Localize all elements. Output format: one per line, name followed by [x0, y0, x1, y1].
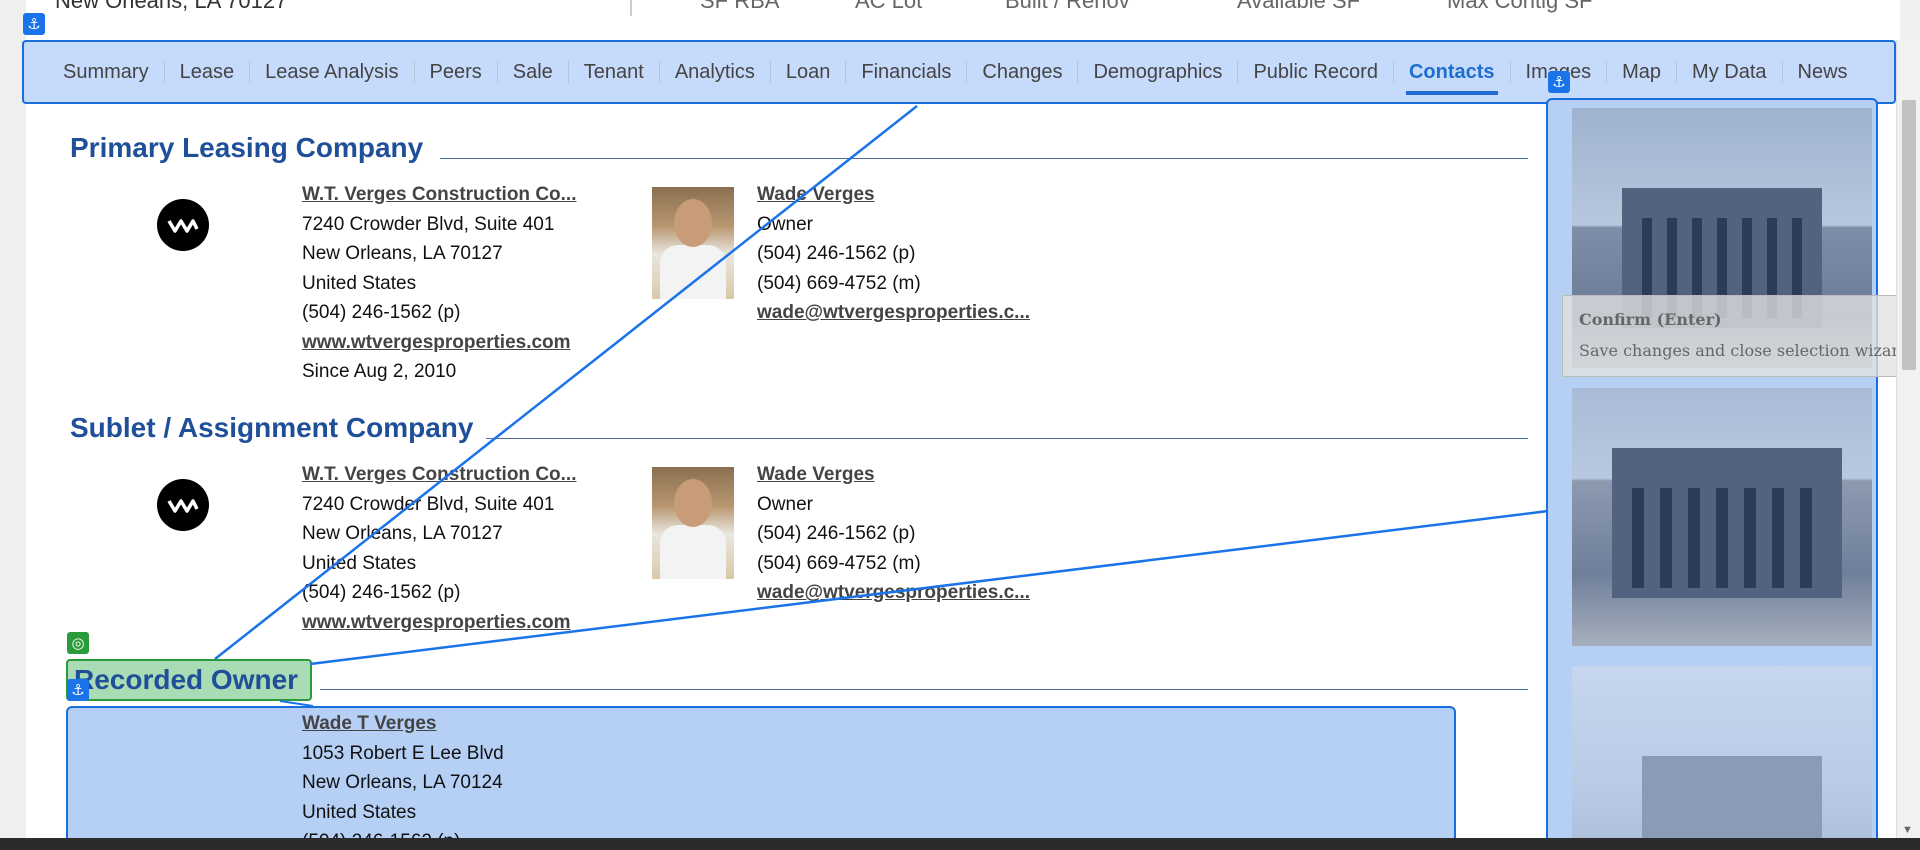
company-address-line1: 7240 Crowder Blvd, Suite 401 — [302, 493, 555, 515]
contact-role: Owner — [757, 493, 813, 515]
recorded-owner-card: Wade T Verges 1053 Robert E Lee Blvd New… — [302, 709, 504, 850]
anchor-icon[interactable]: ⚓ — [67, 679, 89, 701]
recorded-owner-highlight[interactable] — [66, 706, 1456, 850]
contact-mobile: (504) 669-4752 (m) — [757, 272, 921, 294]
company-name-link[interactable]: W.T. Verges Construction Co... — [302, 180, 576, 210]
scroll-down-arrow-icon[interactable]: ▼ — [1902, 824, 1913, 836]
company-country: United States — [302, 272, 417, 294]
contact-card-sublet: Wade Verges Owner (504) 246-1562 (p) (50… — [757, 460, 1030, 608]
contact-photo[interactable] — [652, 467, 734, 579]
target-icon[interactable]: ◎ — [67, 632, 89, 654]
stat-labels: SF RBA AC Lot Built / Renov Available SF… — [700, 0, 1593, 14]
tab-summary[interactable]: Summary — [48, 61, 165, 83]
company-address-line2: New Orleans, LA 70127 — [302, 243, 503, 264]
contact-mobile: (504) 669-4752 (m) — [757, 552, 921, 574]
contact-name-link[interactable]: Wade Verges — [757, 180, 1030, 210]
contact-email-link[interactable]: wade@wtvergesproperties.c... — [757, 578, 1030, 608]
tab-bar: Summary Lease Lease Analysis Peers Sale … — [22, 40, 1896, 104]
section-title-sublet-assignment: Sublet / Assignment Company — [70, 412, 474, 443]
company-card-primary: W.T. Verges Construction Co... 7240 Crow… — [302, 180, 576, 387]
company-phone: (504) 246-1562 (p) — [302, 582, 461, 603]
company-logo — [157, 199, 209, 251]
tab-my-data[interactable]: My Data — [1677, 61, 1783, 83]
company-country: United States — [302, 552, 417, 574]
tab-demographics[interactable]: Demographics — [1078, 61, 1239, 83]
section-divider — [440, 158, 1528, 159]
section-divider — [320, 689, 1528, 690]
images-panel[interactable] — [1546, 98, 1878, 850]
tab-lease[interactable]: Lease — [165, 61, 251, 83]
property-image[interactable] — [1572, 666, 1872, 850]
tooltip-body: Save changes and close selection wizard. — [1579, 341, 1915, 360]
company-name-link[interactable]: W.T. Verges Construction Co... — [302, 460, 576, 490]
stat-label: AC Lot — [855, 0, 923, 13]
tab-lease-analysis[interactable]: Lease Analysis — [250, 61, 415, 83]
contact-name-link[interactable]: Wade Verges — [757, 460, 1030, 490]
owner-country: United States — [302, 801, 417, 823]
tab-changes[interactable]: Changes — [967, 61, 1079, 83]
owner-name-link[interactable]: Wade T Verges — [302, 709, 504, 739]
stat-label: SF RBA — [700, 0, 780, 13]
stat-label: Built / Renov — [1005, 0, 1130, 13]
property-address: New Orleans, LA 70127 — [55, 0, 288, 13]
contact-role: Owner — [757, 213, 813, 235]
owner-address-line2: New Orleans, LA 70124 — [302, 772, 503, 793]
tab-peers[interactable]: Peers — [415, 61, 498, 83]
header-divider — [630, 0, 632, 16]
tab-analytics[interactable]: Analytics — [660, 61, 771, 83]
tooltip-title: Confirm (Enter) — [1579, 310, 1722, 329]
contact-photo[interactable] — [652, 187, 734, 299]
contact-phone: (504) 246-1562 (p) — [757, 243, 916, 264]
tab-loan[interactable]: Loan — [771, 61, 847, 83]
anchor-icon[interactable]: ⚓ — [1548, 71, 1570, 93]
contact-phone: (504) 246-1562 (p) — [757, 523, 916, 544]
scrollbar-thumb[interactable] — [1902, 100, 1916, 370]
company-website-link[interactable]: www.wtvergesproperties.com — [302, 328, 576, 358]
stat-label: Max Contig SF — [1447, 0, 1593, 13]
company-website-link[interactable]: www.wtvergesproperties.com — [302, 608, 576, 638]
tab-public-record[interactable]: Public Record — [1238, 61, 1394, 83]
section-title-primary-leasing: Primary Leasing Company — [70, 132, 424, 163]
tab-map[interactable]: Map — [1607, 61, 1678, 83]
taskbar-strip — [0, 838, 1920, 850]
stat-label: Available SF — [1237, 0, 1361, 13]
tab-tenant[interactable]: Tenant — [569, 61, 660, 83]
confirm-tooltip: Confirm (Enter) Save changes and close s… — [1562, 295, 1920, 377]
property-image[interactable] — [1572, 388, 1872, 646]
section-title-recorded-owner[interactable]: Recorded Owner — [66, 659, 313, 701]
owner-address-line1: 1053 Robert E Lee Blvd — [302, 742, 504, 764]
tab-news[interactable]: News — [1783, 61, 1863, 83]
contact-card-primary: Wade Verges Owner (504) 246-1562 (p) (50… — [757, 180, 1030, 328]
vertical-scrollbar[interactable]: ▼ — [1896, 40, 1920, 838]
tab-financials[interactable]: Financials — [846, 61, 968, 83]
company-phone: (504) 246-1562 (p) — [302, 302, 461, 323]
tab-sale[interactable]: Sale — [498, 61, 569, 83]
section-divider — [486, 438, 1528, 439]
company-since: Since Aug 2, 2010 — [302, 361, 457, 382]
anchor-icon[interactable]: ⚓ — [23, 13, 45, 35]
company-address-line2: New Orleans, LA 70127 — [302, 523, 503, 544]
company-card-sublet: W.T. Verges Construction Co... 7240 Crow… — [302, 460, 576, 637]
contact-email-link[interactable]: wade@wtvergesproperties.c... — [757, 298, 1030, 328]
company-address-line1: 7240 Crowder Blvd, Suite 401 — [302, 213, 555, 235]
company-logo — [157, 479, 209, 531]
tab-contacts[interactable]: Contacts — [1394, 61, 1511, 95]
